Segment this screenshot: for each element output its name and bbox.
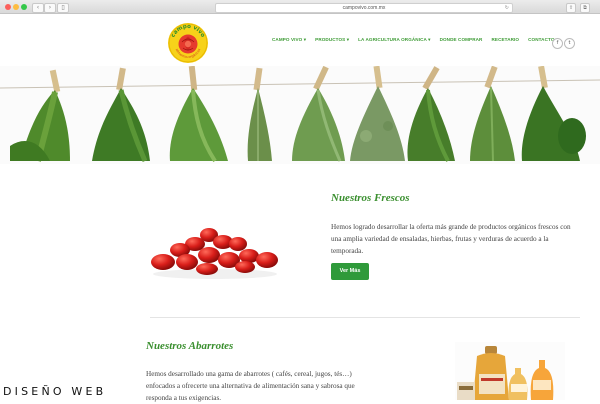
campo-vivo-logo[interactable]: campo vivo alimentos orgánicos bbox=[166, 21, 210, 65]
zoom-window-button[interactable] bbox=[21, 4, 27, 10]
chevron-down-icon: ▾ bbox=[303, 37, 307, 42]
reload-icon[interactable]: ↻ bbox=[505, 4, 509, 12]
nav-item-productos[interactable]: PRODUCTOS ▾ bbox=[315, 37, 349, 43]
design-caption: DISEÑO WEB bbox=[3, 385, 107, 398]
facebook-icon[interactable]: f bbox=[552, 38, 563, 49]
abarrotes-title: Nuestros Abarrotes bbox=[146, 340, 234, 352]
frescos-description: Hemos logrado desarrollar la oferta más … bbox=[331, 223, 571, 255]
nav-item-donde-comprar[interactable]: DONDE COMPRAR bbox=[440, 37, 483, 43]
share-icon[interactable]: ⇧ bbox=[566, 3, 576, 13]
nav-item-campo-vivo[interactable]: CAMPO VIVO ▾ bbox=[272, 37, 306, 43]
hero-herbs-image bbox=[0, 66, 600, 164]
frescos-title: Nuestros Frescos bbox=[331, 192, 410, 204]
twitter-icon[interactable]: t bbox=[564, 38, 575, 49]
ver-mas-button[interactable]: Ver Más bbox=[331, 263, 369, 280]
nav-item-recetario[interactable]: RECETARIO bbox=[491, 37, 519, 43]
browser-toolbar: ‹ › ▯ campovivo.com.mx ↻ ⇧ ⧉ bbox=[0, 0, 600, 14]
chevron-down-icon: ▾ bbox=[346, 37, 350, 42]
chevron-right-icon[interactable]: › bbox=[44, 3, 56, 13]
site-header: campo vivo alimentos orgánicos CAMPO VIV… bbox=[0, 14, 600, 66]
hanging-herbs-illustration bbox=[0, 66, 600, 164]
url-text: campovivo.com.mx bbox=[342, 5, 386, 11]
abarrotes-description: Hemos desarrollado una gama de abarrotes… bbox=[146, 370, 355, 402]
close-window-button[interactable] bbox=[5, 4, 11, 10]
chevron-left-icon[interactable]: ‹ bbox=[32, 3, 44, 13]
minimize-window-button[interactable] bbox=[13, 4, 19, 10]
address-bar[interactable]: campovivo.com.mx ↻ bbox=[215, 3, 513, 13]
tabs-icon[interactable]: ⧉ bbox=[580, 3, 590, 13]
nav-item-agricultura-organica[interactable]: LA AGRICULTURA ORGÁNICA ▾ bbox=[358, 37, 430, 43]
sidebar-icon[interactable]: ▯ bbox=[57, 3, 69, 13]
nav-item-contacto[interactable]: CONTACTO bbox=[528, 37, 554, 43]
chevron-down-icon: ▾ bbox=[428, 37, 431, 42]
main-nav: CAMPO VIVO ▾ PRODUCTOS ▾ LA AGRICULTURA … bbox=[272, 37, 564, 43]
cherry-tomatoes-image bbox=[151, 228, 278, 279]
groceries-products-image bbox=[455, 342, 565, 400]
section-divider bbox=[150, 317, 580, 318]
